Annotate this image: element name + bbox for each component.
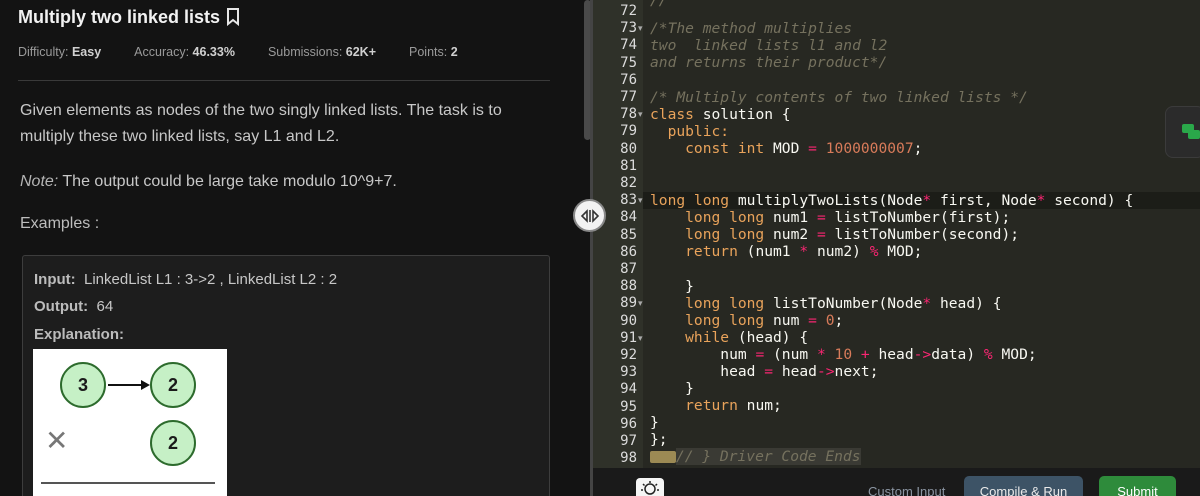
code-line-84: long long num1 = listToNumber(first); [650, 209, 1011, 226]
code-line-94: } [650, 380, 694, 397]
difficulty: Difficulty: Easy [18, 45, 102, 59]
problem-meta: Difficulty: Easy Accuracy: 46.33% Submis… [18, 45, 491, 59]
l1-node-2: 2 [150, 362, 196, 408]
code-line-74: two linked lists l1 and l2 [650, 37, 888, 54]
code-line-72: // [650, 0, 668, 9]
code-line-97: }; [650, 431, 668, 448]
example-input: Input: LinkedList L1 : 3->2 , LinkedList… [34, 271, 338, 288]
line-number: 95 [620, 398, 637, 415]
l2-node-1: 2 [150, 420, 196, 466]
code-line-85: long long num2 = listToNumber(second); [650, 226, 1020, 243]
code-line-75: and returns their product*/ [650, 54, 888, 71]
code-line-88: } [650, 278, 694, 295]
line-number: 73 [620, 20, 637, 37]
problem-panel: Multiply two linked lists Difficulty: Ea… [0, 0, 578, 496]
code-line-93: head = head->next; [650, 363, 879, 380]
note: Note: The output could be large take mod… [20, 172, 397, 192]
code-line-90: long long num = 0; [650, 312, 844, 329]
code-line-80: const int MOD = 1000000007; [650, 140, 923, 157]
resize-arrows-icon [580, 208, 599, 223]
divider [18, 80, 550, 81]
line-number: 96 [620, 415, 637, 432]
l1-node-1: 3 [60, 362, 106, 408]
line-number: 79 [620, 123, 637, 140]
description-line-1: Given elements as nodes of the two singl… [20, 102, 502, 119]
code-line-91: while (head) { [650, 329, 809, 346]
fold-arrow-icon[interactable]: ▾ [638, 298, 643, 309]
line-number: 88 [620, 278, 637, 295]
example-explanation-label: Explanation: [34, 326, 125, 343]
fold-arrow-icon[interactable]: ▾ [638, 333, 643, 344]
line-number: 74 [620, 37, 637, 54]
code-line-92: num = (num * 10 + head->data) % MOD; [650, 346, 1037, 363]
code-line-89: long long listToNumber(Node* head) { [650, 295, 1002, 312]
line-number: 98 [620, 450, 637, 467]
line-number: 76 [620, 71, 637, 88]
examples-heading: Examples : [20, 215, 100, 232]
line-number: 78 [620, 106, 637, 123]
accuracy: Accuracy: 46.33% [134, 45, 235, 59]
example-output: Output: 64 [34, 298, 114, 315]
problem-title: Multiply two linked lists [18, 6, 221, 27]
line-number: 72 [620, 3, 637, 19]
points: Points: 2 [409, 45, 458, 59]
arrow-icon [108, 380, 150, 390]
code-line-95: return num; [650, 397, 782, 414]
code-line-83: long long multiplyTwoLists(Node* first, … [650, 192, 1134, 209]
line-number: 87 [620, 261, 637, 277]
line-number: 85 [620, 226, 637, 243]
code-line-77: /* Multiply contents of two linked lists… [650, 89, 1028, 106]
note-label: Note: [20, 173, 59, 190]
line-number: 77 [620, 89, 637, 105]
bookmark-icon[interactable] [226, 8, 240, 26]
submit-button[interactable]: Submit [1099, 476, 1176, 496]
line-number: 89 [620, 295, 637, 312]
line-number: 80 [620, 140, 637, 157]
code-line-96: } [650, 414, 659, 431]
line-number: 90 [620, 312, 637, 329]
custom-input-link[interactable]: Custom Input [868, 484, 945, 496]
code-line-79: public: [650, 123, 730, 140]
line-number: 91 [620, 329, 637, 346]
fold-widget-icon[interactable] [650, 451, 676, 463]
code-line-78: class solution { [650, 106, 791, 123]
line-number: 75 [620, 54, 637, 71]
example-box: Input: LinkedList L1 : 3->2 , LinkedList… [22, 255, 550, 496]
title-row: Multiply two linked lists [18, 5, 240, 29]
line-number: 86 [620, 243, 637, 260]
line-number: 93 [620, 364, 637, 381]
result-line [41, 482, 215, 484]
lightbulb-icon[interactable] [636, 478, 664, 496]
splitter-handle[interactable] [573, 199, 606, 232]
note-text: The output could be large take modulo 10… [58, 173, 397, 190]
line-number: 81 [620, 157, 637, 174]
line-number: 92 [620, 347, 637, 363]
chat-icon[interactable] [1165, 106, 1200, 158]
fold-arrow-icon[interactable]: ▾ [638, 23, 643, 34]
submissions: Submissions: 62K+ [267, 45, 377, 59]
code-line-98: // } Driver Code Ends [650, 448, 861, 465]
line-number: 82 [620, 175, 637, 191]
code-line-73: /*The method multiplies [650, 20, 853, 37]
multiply-icon: ✕ [45, 425, 69, 456]
fold-arrow-icon[interactable]: ▾ [638, 109, 643, 120]
line-number: 94 [620, 381, 637, 398]
fold-arrow-icon[interactable]: ▾ [638, 195, 643, 206]
line-number: 97 [620, 433, 637, 449]
code-editor[interactable]: 72 73 ▾ 74 75 76 77 78 ▾ 79 80 81 82 83 ▾ 84 85 86 87 88 89 ▾… [593, 0, 1200, 468]
code-line-86: return (num1 * num2) % MOD; [650, 243, 923, 260]
compile-run-button[interactable]: Compile & Run [964, 476, 1083, 496]
explanation-diagram: 3 2 ✕ 2 [33, 349, 227, 496]
description-line-2: multiply these two linked lists, say L1 … [20, 128, 340, 145]
